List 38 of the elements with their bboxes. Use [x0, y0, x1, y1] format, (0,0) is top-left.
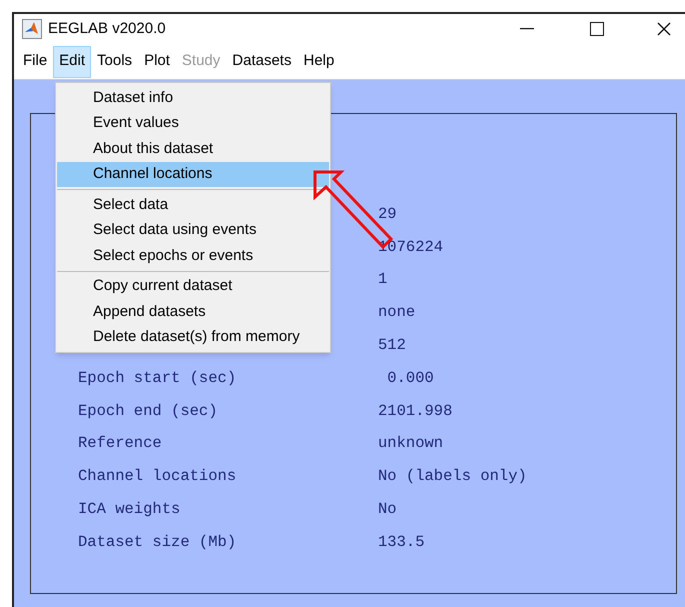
field-label: Epoch end (sec): [78, 400, 219, 422]
menu-item[interactable]: Datasets: [226, 46, 298, 78]
field-value: 1076224: [378, 236, 444, 258]
field-label: Epoch start (sec): [78, 368, 238, 389]
menu-item[interactable]: Tools: [91, 46, 138, 78]
field-value: none: [378, 302, 416, 324]
menu-option[interactable]: Copy current dataset: [57, 274, 329, 299]
menu-option[interactable]: Channel locations: [57, 162, 329, 187]
menu-option[interactable]: Select data using events: [57, 218, 329, 243]
field-label: ICA weights: [78, 498, 182, 520]
field-value: 133.5: [378, 532, 425, 553]
menu-item[interactable]: Edit: [53, 46, 92, 78]
maximize-icon[interactable]: [590, 22, 604, 36]
field-label: Dataset size (Mb): [78, 532, 238, 553]
close-icon[interactable]: [657, 22, 671, 36]
field-value: 0.000: [386, 368, 434, 389]
field-value: 2101.998: [378, 400, 452, 422]
menu-option[interactable]: Append datasets: [57, 299, 329, 324]
field-value: unknown: [378, 433, 444, 454]
field-value: No (labels only): [378, 466, 527, 488]
app-logo-icon: [22, 19, 42, 39]
field-value: 1: [378, 269, 388, 290]
minimize-icon[interactable]: [520, 28, 534, 30]
field-value: 29: [378, 204, 397, 225]
menu-item[interactable]: Help: [297, 46, 340, 78]
menu-option[interactable]: Dataset info: [57, 85, 329, 110]
menu-item[interactable]: Plot: [138, 46, 176, 78]
menu-option[interactable]: Select epochs or events: [57, 243, 329, 268]
field-label: Reference: [78, 433, 163, 454]
menu-option[interactable]: Delete dataset(s) from memory: [57, 324, 329, 350]
window-title: EEGLAB v2020.0: [48, 18, 166, 39]
menu-item[interactable]: File: [17, 46, 54, 78]
field-value: No: [378, 498, 397, 520]
field-value: 512: [378, 334, 406, 356]
field-label: Channel locations: [78, 466, 238, 488]
menu-option[interactable]: About this dataset: [57, 136, 329, 162]
menu-option[interactable]: Select data: [57, 192, 329, 218]
menu-option[interactable]: Event values: [57, 110, 329, 136]
